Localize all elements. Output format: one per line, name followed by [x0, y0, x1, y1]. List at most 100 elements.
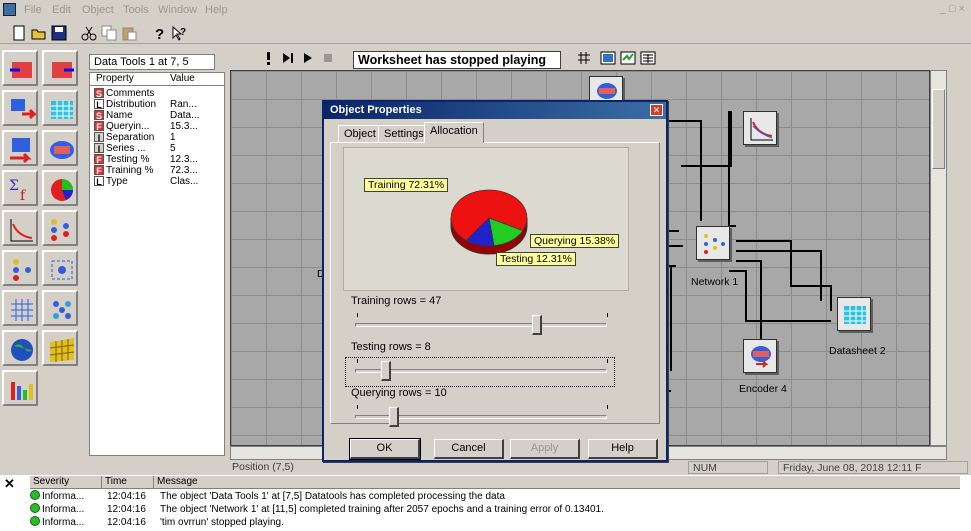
menu-edit[interactable]: Edit — [52, 4, 71, 16]
property-type-badge: F — [94, 165, 104, 176]
view2-icon[interactable] — [617, 47, 637, 67]
slider-thumb[interactable] — [532, 315, 543, 335]
menu-object[interactable]: Object — [82, 4, 114, 16]
pie-chart-icon[interactable] — [42, 170, 78, 206]
kohonen-icon[interactable] — [2, 290, 38, 326]
svg-text:?: ? — [180, 27, 186, 38]
log-row[interactable]: Informa... 12:04:16 'tim ovrrun' stopped p… — [30, 516, 284, 529]
run-toolbar: Worksheet has stopped playing — [255, 46, 695, 69]
datasheet-icon[interactable] — [42, 90, 78, 126]
slider-track[interactable] — [355, 323, 607, 327]
bar-chart-icon[interactable] — [2, 370, 38, 406]
property-type-badge: F — [94, 121, 104, 132]
property-row[interactable]: L Distribution Ran... — [94, 99, 197, 110]
open-icon[interactable] — [28, 22, 48, 42]
property-row[interactable]: F Training % 72.3... — [94, 165, 198, 176]
property-column-header[interactable]: Property — [96, 73, 134, 84]
close-log-icon[interactable]: ✕ — [4, 476, 15, 492]
property-row[interactable]: S Comments — [94, 88, 154, 99]
paste-icon[interactable] — [118, 22, 138, 42]
view3-icon[interactable] — [637, 47, 657, 67]
encoder-node-label: Encoder 4 — [739, 383, 787, 395]
property-name: Queryin... — [106, 121, 150, 132]
slider-thumb[interactable] — [388, 407, 399, 427]
som-icon[interactable] — [42, 250, 78, 286]
encoder-node[interactable] — [743, 339, 777, 373]
menu-window[interactable]: Window — [158, 4, 197, 16]
classifier-icon[interactable] — [42, 210, 78, 246]
cluster-icon[interactable] — [2, 250, 38, 286]
network-icon[interactable] — [2, 130, 38, 166]
menu-tools[interactable]: Tools — [123, 4, 149, 16]
formula-icon[interactable]: Σf — [2, 170, 38, 206]
log-severity: Informa... — [42, 504, 85, 515]
export-icon[interactable] — [42, 50, 78, 86]
tab-allocation[interactable]: Allocation — [424, 122, 484, 143]
new-icon[interactable] — [8, 22, 28, 42]
ok-button[interactable]: OK — [349, 438, 421, 460]
network-node[interactable] — [696, 226, 730, 260]
log-message: The object 'Network 1' at [11,5] complet… — [160, 504, 604, 515]
property-row[interactable]: F Testing % 12.3... — [94, 154, 198, 165]
save-icon[interactable] — [48, 22, 68, 42]
step-icon[interactable] — [277, 47, 297, 67]
property-name: Testing % — [106, 154, 150, 165]
slider-tick-max — [607, 359, 608, 363]
stop-icon[interactable] — [257, 47, 277, 67]
properties-grid[interactable]: Property Value S Comments L Distribution Ran… — [89, 72, 225, 456]
import-icon[interactable] — [2, 50, 38, 86]
line-chart-icon[interactable] — [2, 210, 38, 246]
log-row[interactable]: Informa... 12:04:16 The object 'Network 1'… — [30, 503, 604, 516]
slider-tick-min — [357, 359, 358, 363]
property-type-badge: S — [94, 110, 104, 121]
transform-icon[interactable] — [2, 90, 38, 126]
cut-icon[interactable] — [78, 22, 98, 42]
property-row[interactable]: L Type Clas... — [94, 176, 198, 187]
play-icon[interactable] — [297, 47, 317, 67]
log-severity: Informa... — [42, 491, 85, 502]
encoder-icon[interactable] — [42, 130, 78, 166]
context-help-icon[interactable]: ? — [168, 22, 188, 42]
menu-file[interactable]: File — [24, 4, 42, 16]
cancel-button[interactable]: Cancel — [434, 439, 504, 459]
grid-toggle-icon[interactable] — [573, 47, 593, 67]
map-icon[interactable] — [42, 290, 78, 326]
time-column-header[interactable]: Time — [102, 476, 154, 489]
apply-button[interactable]: Apply — [510, 439, 580, 459]
help-icon[interactable]: ? — [148, 22, 168, 42]
canvas-vertical-scrollbar[interactable] — [930, 70, 947, 446]
slider-label: Testing rows = 8 — [351, 341, 431, 353]
close-icon[interactable]: ✕ — [650, 104, 663, 116]
property-row[interactable]: F Queryin... 15.3... — [94, 121, 198, 132]
property-name: Type — [106, 176, 128, 187]
copy-icon[interactable] — [98, 22, 118, 42]
object-palette: Σf — [0, 46, 86, 456]
tab-settings[interactable]: Settings — [378, 125, 430, 142]
view1-icon[interactable] — [597, 47, 617, 67]
grid-icon[interactable] — [42, 330, 78, 366]
chart-node[interactable] — [743, 111, 777, 145]
globe-icon[interactable] — [2, 330, 38, 366]
menu-help[interactable]: Help — [205, 4, 228, 16]
window-controls[interactable]: _ □ × — [940, 3, 965, 15]
help-button[interactable]: Help — [588, 439, 658, 459]
log-severity: Informa... — [42, 517, 85, 528]
num-lock-indicator: NUM — [688, 461, 768, 474]
slider-track[interactable] — [355, 369, 607, 373]
property-row[interactable]: I Series ... 5 — [94, 143, 176, 154]
scroll-thumb[interactable] — [932, 89, 945, 169]
tab-object[interactable]: Object — [338, 125, 382, 142]
svg-text:Σ: Σ — [9, 178, 19, 194]
message-column-header[interactable]: Message — [154, 476, 960, 489]
value-column-header[interactable]: Value — [170, 73, 195, 84]
datasheet-node-label: Datasheet 2 — [829, 345, 886, 357]
datasheet-node[interactable] — [837, 297, 871, 331]
log-time: 12:04:16 — [107, 517, 146, 528]
property-row[interactable]: S Name Data... — [94, 110, 199, 121]
severity-column-header[interactable]: Severity — [30, 476, 102, 489]
slider-thumb[interactable] — [381, 361, 391, 381]
pause-icon[interactable] — [317, 47, 337, 67]
app-icon[interactable] — [3, 3, 16, 16]
log-row[interactable]: Informa... 12:04:16 The object 'Data Tools… — [30, 490, 505, 503]
property-row[interactable]: I Separation 1 — [94, 132, 176, 143]
